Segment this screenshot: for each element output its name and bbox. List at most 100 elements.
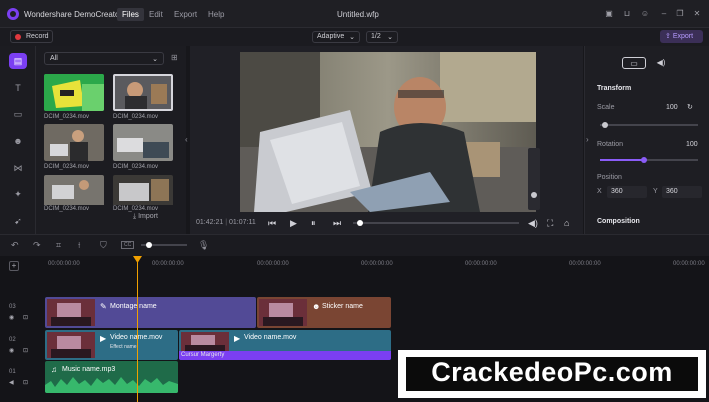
sticker-clip[interactable]: ☻ Sticker name xyxy=(257,297,391,328)
caption-icon[interactable]: CC xyxy=(121,241,135,249)
transform-heading: Transform xyxy=(597,85,632,92)
restore-icon[interactable]: ❐ xyxy=(675,9,685,19)
play-icon[interactable]: ▶ xyxy=(290,218,297,229)
sticker-clip-label: Sticker name xyxy=(322,303,363,310)
speaker-icon[interactable]: ◀ xyxy=(9,379,14,386)
media-thumbnail[interactable] xyxy=(44,74,104,111)
montage-icon: ✎ xyxy=(100,302,107,311)
app-name: Wondershare DemoCreator xyxy=(24,10,123,19)
save-icon[interactable]: ▣ xyxy=(604,9,614,19)
position-x-input[interactable]: 360 xyxy=(607,186,647,198)
media-item-name: DCIM_0234.mov xyxy=(44,164,90,170)
redo-icon[interactable]: ↷ xyxy=(33,240,41,251)
volume-knob[interactable] xyxy=(531,192,537,198)
sticker-icon[interactable]: ☻ xyxy=(9,133,27,149)
microphone-icon[interactable]: 🎙︎ xyxy=(198,240,209,251)
volume-slider[interactable] xyxy=(528,148,540,210)
rotation-slider-fill xyxy=(600,159,645,161)
menu-export[interactable]: Export xyxy=(174,10,197,19)
playback-progress-bar[interactable] xyxy=(353,222,519,224)
volume-icon[interactable]: ◀) xyxy=(528,218,538,229)
effects-icon[interactable]: ✦ xyxy=(9,186,27,202)
media-thumbnail-selected[interactable] xyxy=(113,74,173,111)
pause-icon[interactable]: ⏸ xyxy=(311,218,316,229)
scale-label: Scale xyxy=(597,104,615,111)
library-filter-dropdown[interactable]: All ⌄ xyxy=(44,52,164,65)
composition-heading: Composition xyxy=(597,218,640,225)
y-label: Y xyxy=(653,188,658,195)
video-clip[interactable]: ▶ Video name.mov Effect name xyxy=(45,330,178,360)
fullscreen-icon[interactable]: ⛶ xyxy=(547,218,553,229)
lock-icon[interactable]: ⊡ xyxy=(23,347,28,354)
video-clip[interactable]: ▶ Video name.mov Cursur Margerty xyxy=(179,330,391,360)
marker-icon[interactable]: ⛉ xyxy=(100,240,107,251)
export-button[interactable]: ⇪ Export xyxy=(660,30,703,43)
cursor-effect-bar[interactable]: Cursur Margerty xyxy=(179,351,391,360)
previous-frame-icon[interactable]: ⏮ xyxy=(268,218,276,229)
collapse-panel-icon[interactable]: ‹ xyxy=(185,135,188,144)
cart-icon[interactable]: ⊔ xyxy=(622,9,632,19)
scale-slider[interactable] xyxy=(600,124,698,126)
menu-help[interactable]: Help xyxy=(208,10,224,19)
audio-clip[interactable]: ♫ Music name.mp3 xyxy=(45,361,178,393)
cursor-effect-label: Cursur Margerty xyxy=(181,352,225,358)
resolution-dropdown[interactable]: 1/2 ⌄ xyxy=(366,31,398,43)
chevron-down-icon: ⌄ xyxy=(387,34,393,41)
user-icon[interactable]: ☺ xyxy=(640,9,650,19)
lock-icon[interactable]: ⊡ xyxy=(23,379,28,386)
snapshot-icon[interactable]: ⌂ xyxy=(564,218,569,228)
reset-scale-icon[interactable]: ↻ xyxy=(687,103,693,111)
menu-files[interactable]: Files xyxy=(117,8,144,21)
text-icon[interactable]: T xyxy=(9,80,27,96)
menu-edit[interactable]: Edit xyxy=(149,10,163,19)
minimize-icon[interactable]: – xyxy=(659,9,669,19)
timeline-zoom-knob[interactable] xyxy=(146,242,152,248)
scale-slider-knob[interactable] xyxy=(601,122,608,128)
media-library-icon[interactable]: ▤ xyxy=(9,53,27,69)
clip-thumbnail xyxy=(259,299,307,326)
export-icon: ⇪ xyxy=(665,33,671,40)
media-thumbnail[interactable] xyxy=(113,124,173,161)
tab-audio-properties[interactable]: ◀) xyxy=(649,57,673,69)
split-icon[interactable]: ⟊ xyxy=(78,240,80,251)
tab-video-properties[interactable]: ▭ xyxy=(622,57,646,69)
properties-panel xyxy=(584,46,709,234)
undo-icon[interactable]: ↶ xyxy=(11,240,19,251)
position-y-input[interactable]: 360 xyxy=(662,186,702,198)
zoom-mode-value: Adaptive xyxy=(317,33,345,40)
scale-value[interactable]: 100 xyxy=(666,104,678,111)
montage-clip-label: Montage name xyxy=(110,303,157,310)
media-item-name: DCIM_0234.mov xyxy=(44,206,90,212)
transition-icon[interactable]: ⋈ xyxy=(9,160,27,176)
grid-view-icon[interactable]: ⊞ xyxy=(171,53,178,62)
clip-thumbnail xyxy=(47,299,95,326)
media-thumbnail[interactable] xyxy=(44,124,104,161)
export-label: Export xyxy=(672,33,694,40)
close-icon[interactable]: ✕ xyxy=(692,9,702,19)
add-track-icon[interactable]: + xyxy=(9,261,19,271)
thumbnail-image xyxy=(44,74,104,111)
track-number: 01 xyxy=(9,369,16,375)
zoom-mode-dropdown[interactable]: Adaptive ⌄ xyxy=(312,31,360,43)
expand-panel-icon[interactable]: › xyxy=(586,135,589,144)
lock-icon[interactable]: ⊡ xyxy=(23,314,28,321)
cursor-effect-icon[interactable]: ➹ xyxy=(9,213,27,229)
ruler-tick: 00:00:00:00 xyxy=(152,261,184,267)
chevron-down-icon: ⌄ xyxy=(152,56,158,63)
rotation-value[interactable]: 100 xyxy=(686,141,698,148)
video-preview[interactable] xyxy=(240,52,536,212)
visibility-icon[interactable]: ◉ xyxy=(9,347,14,354)
next-frame-icon[interactable]: ⏭ xyxy=(333,218,341,229)
playhead[interactable] xyxy=(137,256,138,402)
montage-clip[interactable]: ✎ Montage name xyxy=(45,297,256,328)
ruler-tick: 00:00:00:00 xyxy=(361,261,393,267)
thumbnail-image xyxy=(44,124,104,161)
crop-icon[interactable]: ⌗ xyxy=(56,240,61,251)
clip-thumbnail xyxy=(181,332,229,352)
visibility-icon[interactable]: ◉ xyxy=(9,314,14,321)
ruler-tick: 00:00:00:00 xyxy=(465,261,497,267)
import-button[interactable]: ⤓ Import xyxy=(133,213,158,221)
library-filter-value: All xyxy=(50,55,58,62)
annotation-icon[interactable]: ▭ xyxy=(9,106,27,122)
playback-progress-knob[interactable] xyxy=(356,220,363,226)
